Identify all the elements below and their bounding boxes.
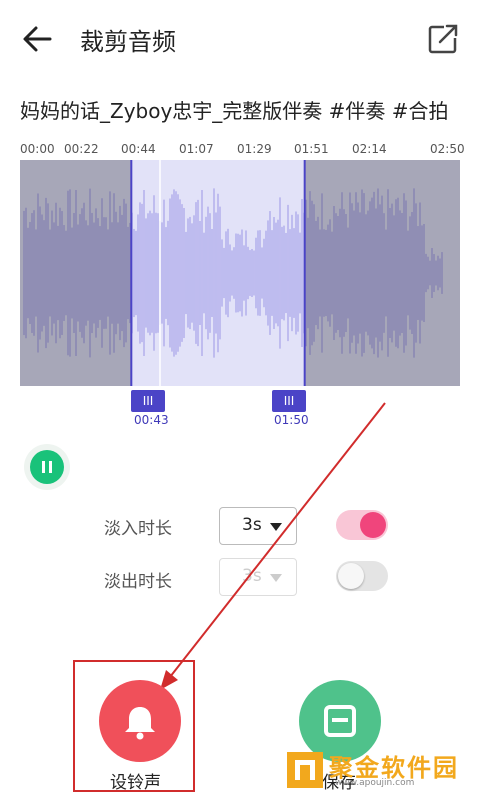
song-title: 妈妈的话_Zyboy忠宇_完整版伴奏 #伴奏 #合拍 bbox=[20, 99, 449, 123]
waveform[interactable] bbox=[20, 160, 460, 386]
watermark-url: www.apoujin.com bbox=[335, 778, 415, 788]
timeline-tick: 01:29 bbox=[237, 142, 272, 156]
toggle-knob bbox=[338, 563, 364, 589]
arrow-left-icon[interactable] bbox=[20, 22, 54, 56]
fade-out-value: 3s bbox=[242, 566, 262, 586]
watermark-logo bbox=[287, 752, 323, 788]
selection-start-time: 00:43 bbox=[134, 413, 169, 427]
toggle-knob bbox=[360, 512, 386, 538]
chevron-down-icon bbox=[270, 574, 282, 582]
bell-icon bbox=[125, 707, 155, 740]
timeline-tick: 00:44 bbox=[121, 142, 156, 156]
chevron-down-icon bbox=[270, 523, 282, 531]
timeline-tick: 01:07 bbox=[179, 142, 214, 156]
selection-end-time: 01:50 bbox=[274, 413, 309, 427]
pause-icon[interactable] bbox=[30, 450, 64, 484]
fade-in-select[interactable]: 3s bbox=[219, 507, 297, 545]
fade-in-label: 淡入时长 bbox=[104, 519, 172, 539]
page-title: 裁剪音频 bbox=[80, 28, 176, 56]
timeline-tick: 00:22 bbox=[64, 142, 99, 156]
fade-in-value: 3s bbox=[242, 515, 262, 535]
selection-start-handle[interactable]: III bbox=[131, 390, 165, 412]
timeline-tick: 02:14 bbox=[352, 142, 387, 156]
fade-out-label: 淡出时长 bbox=[104, 572, 172, 592]
fade-in-toggle[interactable] bbox=[336, 510, 388, 540]
app-header: 裁剪音频 bbox=[0, 0, 480, 76]
timeline-tick: 00:00 bbox=[20, 142, 55, 156]
set-ringtone-button[interactable] bbox=[99, 680, 181, 762]
timeline-tick: 01:51 bbox=[294, 142, 329, 156]
watermark: 聚金软件园 www.apoujin.com bbox=[285, 748, 475, 792]
fade-out-toggle[interactable] bbox=[336, 561, 388, 591]
selection-end-handle[interactable]: III bbox=[272, 390, 306, 412]
fade-out-select[interactable]: 3s bbox=[219, 558, 297, 596]
timeline-ruler: 00:00 00:22 00:44 01:07 01:29 01:51 02:1… bbox=[0, 142, 480, 160]
share-icon[interactable] bbox=[426, 22, 460, 56]
timeline-tick: 02:50 bbox=[430, 142, 465, 156]
set-ringtone-label: 设铃声 bbox=[110, 773, 161, 793]
